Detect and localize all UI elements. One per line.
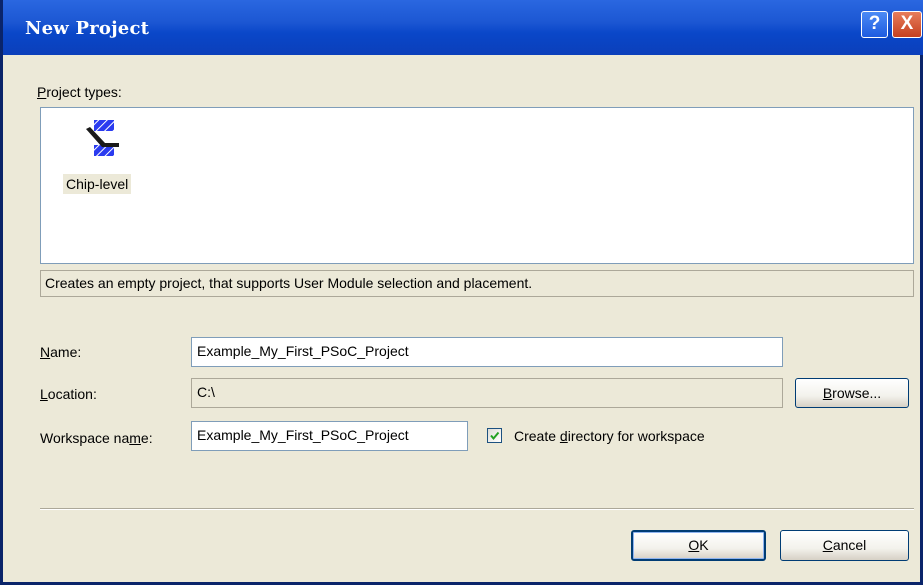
chip-level-icon	[86, 120, 119, 156]
create-directory-label[interactable]: Create directory for workspace	[514, 428, 705, 444]
browse-button[interactable]: Browse...	[795, 378, 909, 408]
name-input[interactable]: Example_My_First_PSoC_Project	[191, 337, 783, 367]
workspace-name-input[interactable]: Example_My_First_PSoC_Project	[191, 421, 468, 451]
close-button[interactable]: X	[892, 11, 922, 38]
name-label: Name:	[40, 344, 82, 360]
close-icon: X	[900, 13, 914, 34]
cancel-button[interactable]: Cancel	[780, 530, 909, 561]
project-type-chip-level[interactable]: Chip-level	[63, 114, 145, 199]
location-label: Location:	[40, 386, 97, 402]
location-input[interactable]: C:\	[191, 378, 783, 408]
project-types-list[interactable]: Chip-level	[40, 107, 914, 264]
ok-button[interactable]: OK	[631, 530, 766, 561]
dialog-title: New Project	[25, 18, 150, 39]
project-type-description: Creates an empty project, that supports …	[40, 270, 914, 297]
project-types-label: Project types:	[37, 84, 122, 100]
help-icon: ?	[868, 13, 881, 34]
workspace-name-label: Workspace name:	[40, 430, 153, 446]
new-project-dialog: New Project ? X Project types: Chip-leve…	[0, 0, 923, 585]
title-bar[interactable]: New Project ? X	[3, 0, 923, 55]
project-type-label: Chip-level	[63, 174, 132, 194]
help-button[interactable]: ?	[861, 11, 888, 38]
create-directory-checkbox[interactable]	[487, 428, 502, 443]
separator	[40, 508, 914, 510]
checkmark-icon	[490, 431, 500, 441]
